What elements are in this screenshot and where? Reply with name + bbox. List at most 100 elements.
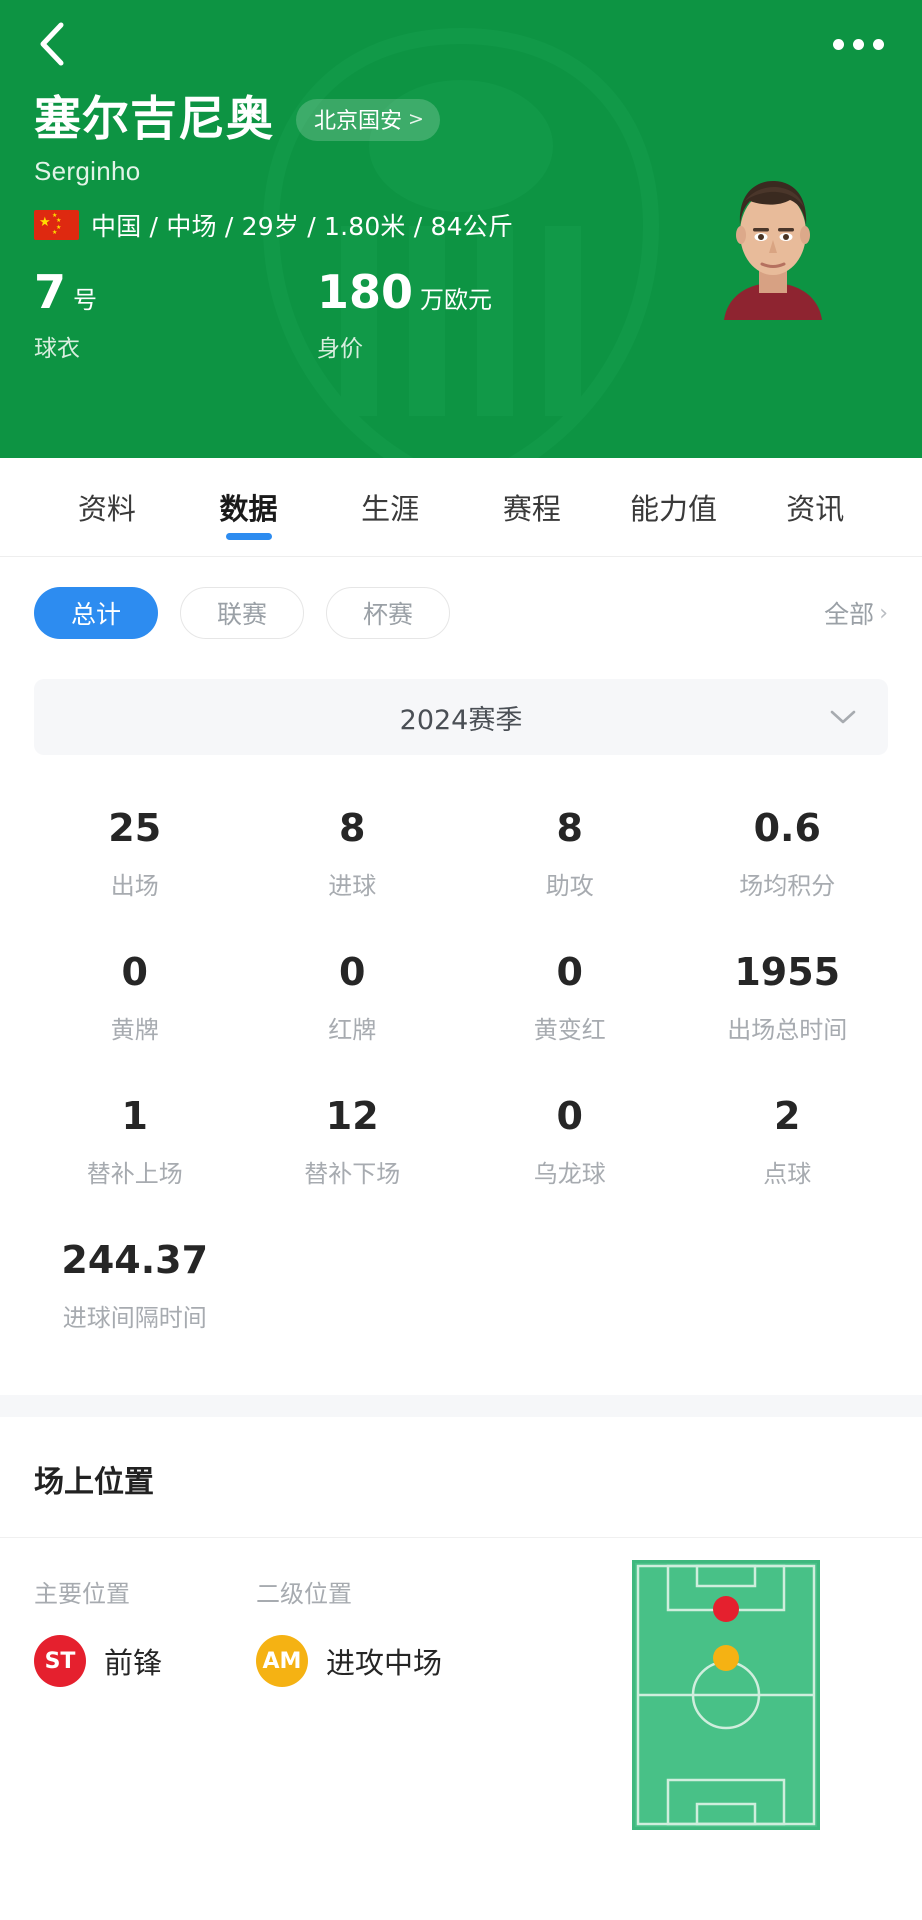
tab-nenglizhi[interactable]: 能力值 <box>603 458 745 556</box>
filter-chip-league[interactable]: 联赛 <box>180 587 304 639</box>
position-badge-am: AM <box>256 1635 308 1687</box>
player-meta-text: 中国 / 中场 / 29岁 / 1.80米 / 84公斤 <box>91 211 514 241</box>
tab-active-indicator <box>225 533 272 540</box>
stat-value: 8 <box>339 806 366 850</box>
filter-chip-label: 联赛 <box>216 600 267 629</box>
market-value-amount: 180 <box>317 264 414 319</box>
stat-label: 进球间隔时间 <box>62 1304 207 1332</box>
stat-second-yellow: 0 黄变红 <box>461 919 679 1063</box>
stat-minutes-played: 1955 出场总时间 <box>679 919 897 1063</box>
tab-shengya[interactable]: 生涯 <box>319 458 461 556</box>
tab-ziliao[interactable]: 资料 <box>36 458 178 556</box>
primary-position-label: 主要位置 <box>34 1580 130 1608</box>
stat-penalties: 2 点球 <box>679 1063 897 1207</box>
stat-own-goals: 0 乌龙球 <box>461 1063 679 1207</box>
stat-value: 12 <box>325 1094 379 1138</box>
stat-yellow-cards: 0 黄牌 <box>26 919 244 1063</box>
tab-label: 资讯 <box>786 492 845 526</box>
stat-value: 244.37 <box>61 1238 209 1282</box>
stat-value: 0 <box>121 950 148 994</box>
shirt-number-block: 7 号 球衣 <box>34 269 317 363</box>
team-name: 北京国安 <box>314 109 403 135</box>
stat-minutes-per-goal: 244.37 进球间隔时间 <box>26 1207 244 1351</box>
tab-saicheng[interactable]: 赛程 <box>461 458 603 556</box>
stat-points-per-match: 0.6 场均积分 <box>679 775 897 919</box>
more-options-button[interactable] <box>829 31 888 58</box>
stat-empty <box>244 1207 462 1351</box>
stat-assists: 8 助攻 <box>461 775 679 919</box>
primary-position-item: ST 前锋 <box>34 1635 256 1687</box>
more-horizontal-icon <box>853 38 864 50</box>
stat-label: 乌龙球 <box>533 1160 606 1188</box>
filter-chip-cup[interactable]: 杯赛 <box>326 587 450 639</box>
shirt-number-value: 7 <box>34 264 67 319</box>
chevron-down-icon <box>830 710 856 724</box>
more-horizontal-icon <box>873 38 884 50</box>
stat-subbed-off: 12 替补下场 <box>244 1063 462 1207</box>
stat-value: 8 <box>556 806 583 850</box>
stats-row: 244.37 进球间隔时间 <box>0 1207 922 1351</box>
stat-label: 黄牌 <box>110 1016 159 1044</box>
view-all-label: 全部 <box>824 600 875 629</box>
stat-appearances: 25 出场 <box>26 775 244 919</box>
section-separator <box>0 1395 922 1417</box>
stat-value: 0.6 <box>753 806 821 850</box>
secondary-position-column: 二级位置 AM 进攻中场 <box>256 1574 516 1838</box>
season-selector[interactable]: 2024赛季 <box>34 679 888 755</box>
primary-position-column: 主要位置 ST 前锋 <box>34 1574 256 1838</box>
season-stats-grid: 25 出场 8 进球 8 助攻 0.6 场均积分 0 黄牌 0 红牌 0 黄变红… <box>0 755 922 1351</box>
season-selected-value: 2024赛季 <box>399 704 523 736</box>
primary-position-name: 前锋 <box>104 1646 163 1680</box>
stat-red-cards: 0 红牌 <box>244 919 462 1063</box>
chevron-right-icon: > <box>408 108 424 131</box>
pitch-marker-secondary <box>713 1645 739 1671</box>
stat-label: 红牌 <box>328 1016 377 1044</box>
player-profile-screen: 塞尔吉尼奥 北京国安 > Serginho ★ ★ ★ ★ ★ 中国 / 中场 / … <box>0 0 922 1920</box>
filter-chip-label: 总计 <box>70 600 121 629</box>
football-pitch-diagram <box>632 1560 820 1830</box>
shirt-number-unit: 号 <box>73 285 98 314</box>
player-name-row: 塞尔吉尼奥 北京国安 > <box>34 94 888 146</box>
stat-label: 出场 <box>110 872 159 900</box>
tab-label: 能力值 <box>630 492 718 526</box>
team-link-pill[interactable]: 北京国安 > <box>296 98 440 141</box>
view-all-link[interactable]: 全部 › <box>824 595 888 631</box>
filter-chip-label: 杯赛 <box>362 600 413 629</box>
stat-label: 出场总时间 <box>727 1016 848 1044</box>
stat-label: 场均积分 <box>739 872 836 900</box>
stat-value: 1 <box>121 1094 148 1138</box>
china-flag-icon: ★ ★ ★ ★ ★ <box>34 209 79 240</box>
back-button[interactable] <box>26 18 78 70</box>
competition-filter-row: 总计 联赛 杯赛 全部 › <box>0 557 922 639</box>
stat-label: 进球 <box>328 872 377 900</box>
stat-subbed-on: 1 替补上场 <box>26 1063 244 1207</box>
stat-label: 点球 <box>763 1160 812 1188</box>
stat-value: 0 <box>556 1094 583 1138</box>
tab-label: 生涯 <box>361 492 420 526</box>
position-badge-st: ST <box>34 1635 86 1687</box>
market-value-unit: 万欧元 <box>420 285 493 314</box>
pitch-marker-primary <box>713 1596 739 1622</box>
stat-value: 1955 <box>734 950 841 994</box>
stat-value: 25 <box>108 806 162 850</box>
position-section-body: 主要位置 ST 前锋 二级位置 AM 进攻中场 <box>0 1538 922 1838</box>
filter-chip-total[interactable]: 总计 <box>34 587 158 639</box>
player-hero-header: 塞尔吉尼奥 北京国安 > Serginho ★ ★ ★ ★ ★ 中国 / 中场 / … <box>0 0 922 458</box>
tab-bar: 资料 数据 生涯 赛程 能力值 资讯 <box>0 458 922 556</box>
stats-row: 1 替补上场 12 替补下场 0 乌龙球 2 点球 <box>0 1063 922 1207</box>
market-value-block: 180 万欧元 身价 <box>317 269 492 363</box>
more-horizontal-icon <box>833 38 844 50</box>
tab-label: 资料 <box>77 492 136 526</box>
stat-value: 0 <box>556 950 583 994</box>
tab-shuju[interactable]: 数据 <box>178 458 320 556</box>
tab-zixun[interactable]: 资讯 <box>744 458 886 556</box>
content-sheet: 资料 数据 生涯 赛程 能力值 资讯 总计 联赛 杯赛 全部 › 2024赛季 … <box>0 458 922 1920</box>
stat-value: 2 <box>774 1094 801 1138</box>
player-photo <box>712 145 834 320</box>
stat-label: 替补下场 <box>304 1160 401 1188</box>
top-navbar <box>0 0 922 88</box>
stat-label: 黄变红 <box>533 1016 606 1044</box>
chevron-right-icon: › <box>879 600 888 626</box>
stat-empty <box>461 1207 679 1351</box>
stat-empty <box>679 1207 897 1351</box>
